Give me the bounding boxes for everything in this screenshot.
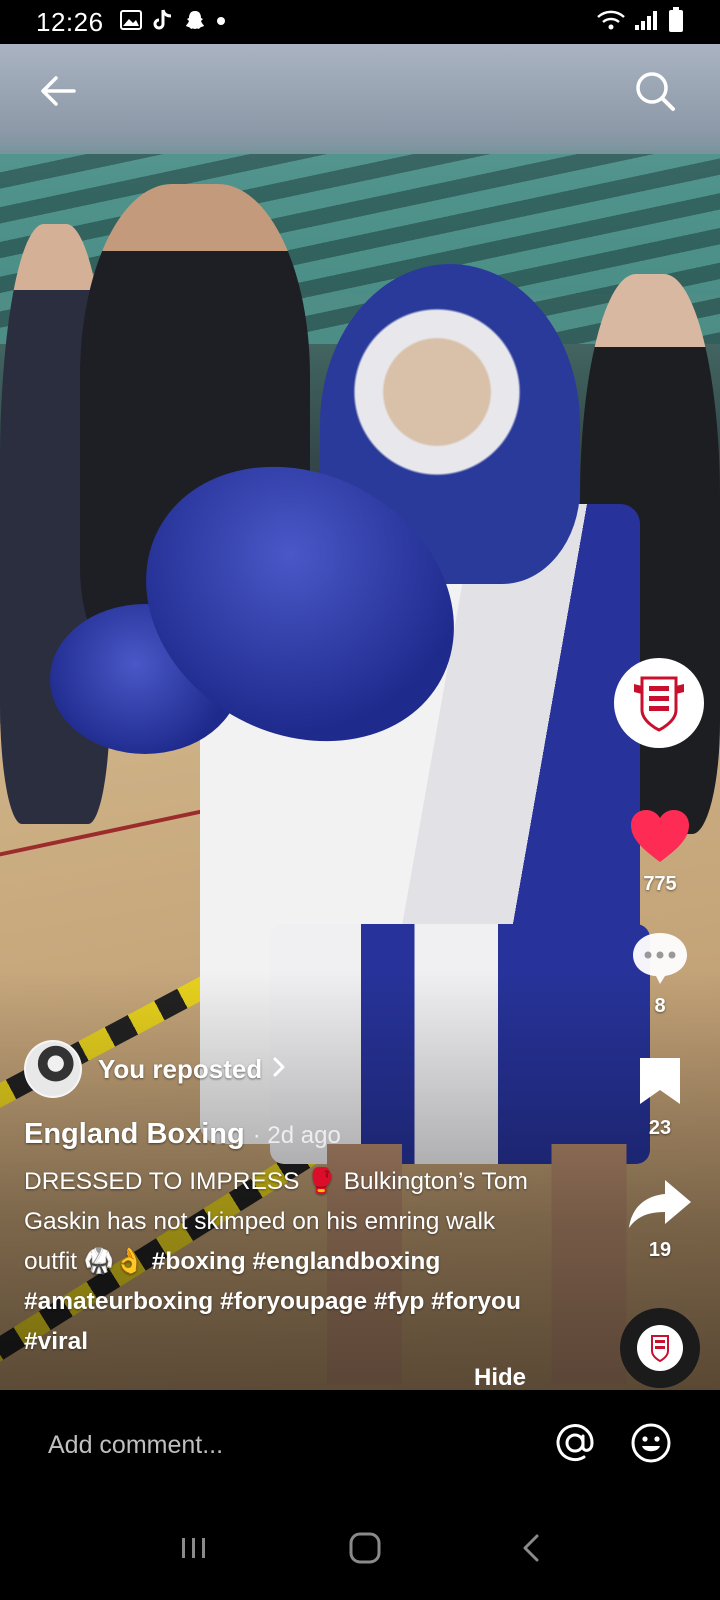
- comment-button[interactable]: 8: [620, 930, 700, 1018]
- home-icon[interactable]: [348, 1531, 382, 1570]
- hashtag[interactable]: #englandboxing: [252, 1248, 440, 1275]
- share-arrow-icon: [627, 1176, 693, 1235]
- like-button[interactable]: 775: [620, 808, 700, 896]
- battery-icon: [668, 6, 684, 38]
- snapchat-icon: [184, 9, 206, 36]
- creator-avatar[interactable]: [614, 658, 704, 748]
- hashtag[interactable]: #amateurboxing: [24, 1288, 213, 1315]
- heart-icon: [629, 808, 691, 869]
- share-count: 19: [648, 1239, 672, 1261]
- hashtag[interactable]: #foryou: [431, 1288, 521, 1315]
- repost-label: You reposted: [98, 1053, 263, 1084]
- sound-disc-logo: [637, 1325, 683, 1371]
- hide-caption-button[interactable]: Hide: [474, 1364, 526, 1392]
- post-caption: DRESSED TO IMPRESS 🥊 Bulkington’s Tom Ga…: [24, 1162, 544, 1362]
- comment-actions: [554, 1422, 672, 1469]
- repost-row[interactable]: You reposted: [24, 1040, 286, 1098]
- author-name[interactable]: England Boxing: [24, 1118, 245, 1151]
- wifi-icon: [596, 9, 626, 36]
- like-count: 775: [643, 873, 677, 895]
- dot-icon: [216, 13, 226, 31]
- share-button[interactable]: 19: [620, 1176, 700, 1262]
- status-bar: 12:26: [0, 0, 720, 44]
- chevron-right-icon: [272, 1056, 286, 1083]
- bookmark-icon: [636, 1054, 684, 1113]
- search-button[interactable]: [630, 68, 680, 118]
- back-button[interactable]: [33, 68, 83, 118]
- recent-apps-icon[interactable]: [179, 1534, 209, 1567]
- hashtag[interactable]: #fyp: [374, 1288, 424, 1315]
- emoji-icon[interactable]: [630, 1422, 672, 1469]
- system-icons: [596, 6, 684, 38]
- author-row: England Boxing · 2d ago: [24, 1118, 341, 1151]
- repost-avatar: [24, 1040, 82, 1098]
- favorite-count: 23: [648, 1117, 672, 1139]
- mention-at-icon[interactable]: [554, 1422, 596, 1469]
- england-boxing-logo: [634, 676, 684, 732]
- gallery-icon: [119, 9, 142, 35]
- favorite-button[interactable]: 23: [620, 1054, 700, 1140]
- comment-bubble-icon: [630, 930, 690, 991]
- system-nav-bar: [0, 1500, 720, 1600]
- back-arrow-icon: [38, 73, 78, 114]
- hashtag[interactable]: #viral: [24, 1328, 88, 1355]
- comment-input[interactable]: Add comment...: [48, 1431, 223, 1460]
- comment-count: 8: [654, 995, 666, 1017]
- notification-icons: [119, 8, 226, 37]
- status-time: 12:26: [36, 6, 104, 37]
- search-icon: [633, 69, 677, 118]
- post-age: · 2d ago: [252, 1122, 341, 1149]
- england-boxing-logo-small: [651, 1335, 669, 1363]
- back-nav-icon[interactable]: [521, 1533, 541, 1568]
- sound-disc[interactable]: [620, 1308, 700, 1388]
- tiktok-icon: [152, 8, 174, 37]
- comment-bar: Add comment...: [0, 1390, 720, 1500]
- hashtag[interactable]: #boxing: [152, 1248, 246, 1275]
- signal-icon: [634, 9, 660, 36]
- hashtag[interactable]: #foryoupage: [220, 1288, 367, 1315]
